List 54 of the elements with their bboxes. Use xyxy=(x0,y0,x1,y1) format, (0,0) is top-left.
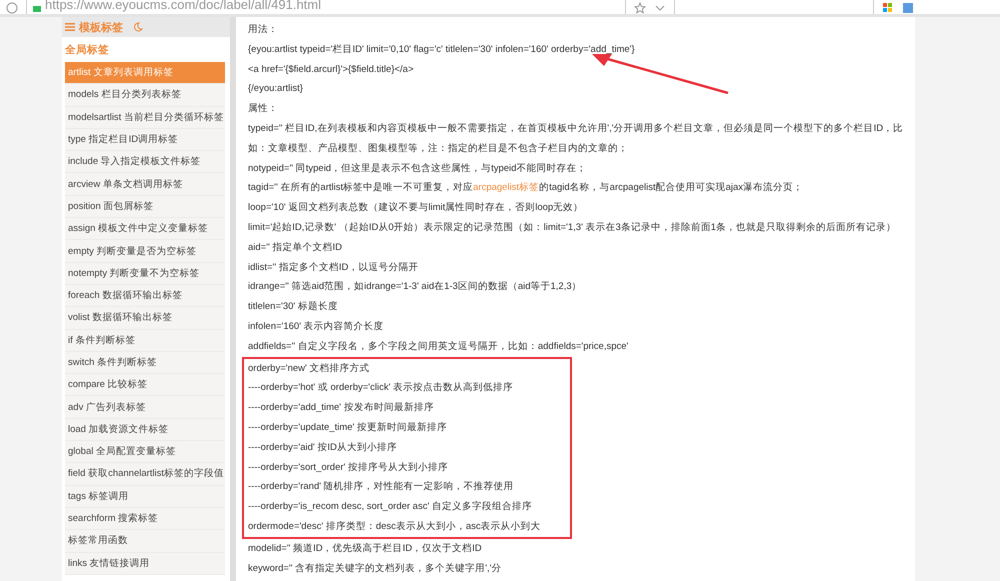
apps-icon[interactable] xyxy=(882,2,894,14)
orderby-text: orderby='new' 文档排序方式 xyxy=(248,362,370,376)
sidebar-item[interactable]: arcview 单条文档调用标签 xyxy=(65,173,225,196)
orderby-text: ----orderby='is_recom desc, sort_order asc' 自定义多字段组合排序 xyxy=(248,500,533,514)
doc-text: titlelen='30' 标题长度 xyxy=(248,300,339,314)
sidebar-item[interactable]: notempty 判断变量不为空标签 xyxy=(65,262,225,285)
doc-text: addfields='' 自定义字段名，多个字段之间用英文逗号隔开，比如：addfields='price,spce' xyxy=(248,340,630,354)
doc-text: 属性： xyxy=(248,102,279,116)
doc-text: idrange='' 筛选aid范围，如idrange='1-3' aid在1-3区间的数据（aid等于1,2,3） xyxy=(248,280,583,294)
doc-text: keyword='' 含有指定关键字的文档列表，多个关键字用','分 xyxy=(248,562,502,576)
sidebar-item[interactable]: volist 数据循环输出标签 xyxy=(65,307,225,330)
orderby-text: ----orderby='aid' 按ID从大到小排序 xyxy=(248,440,398,455)
doc-text: aid='' 指定单个文档ID xyxy=(248,240,343,255)
doc-text: loop='10' 返回文档列表总数（建议不要与limit属性同时存在，否则loop无效） xyxy=(248,201,584,216)
sidebar-item[interactable]: modelsartlist 当前栏目分类循环标签 xyxy=(65,106,225,129)
sidebar-item[interactable]: assign 模板文件中定义变量标签 xyxy=(65,218,225,240)
star-icon[interactable] xyxy=(634,2,646,14)
sidebar-item[interactable]: foreach 数据循环输出标签 xyxy=(65,284,225,308)
orderby-text: ----orderby='hot' 或 orderby='click' 表示按点击数从高到低排序 xyxy=(248,381,514,396)
sidebar-item[interactable]: 标签常用函数 xyxy=(65,530,225,553)
sidebar-item[interactable]: compare 比较标签 xyxy=(65,374,225,396)
doc-text: infolen='160' 表示内容简介长度 xyxy=(248,320,385,334)
sidebar-item[interactable]: empty 判断变量是否为空标签 xyxy=(65,240,225,263)
list-icon xyxy=(65,23,75,31)
orderby-text: ----orderby='rand' 随机排序，对性能有一定影响，不推荐使用 xyxy=(248,480,515,494)
sidebar-item[interactable]: type 指定栏目ID调用标签 xyxy=(65,128,225,152)
sidebar-item[interactable]: models 栏目分类列表标签 xyxy=(65,84,225,107)
orderby-text: ----orderby='add_time' 按发布时间最新排序 xyxy=(248,401,435,416)
sidebar-item[interactable]: links 友情链接调用 xyxy=(65,552,225,575)
doc-text: {eyou:artlist typeid='栏目ID' limit='0,10' flag='c' titlelen='30' infolen='160' orderby='add_time'} xyxy=(248,42,636,57)
doc-text: limit='起始ID,记录数' （起始ID从0开始）表示限定的记录范围（如：limit='1,3' 表示在3条记录中，排除前面1条，也就是只取得剩余的后面所有记录） xyxy=(248,220,898,235)
doc-text: 用法： xyxy=(248,23,279,37)
orderby-text: ----orderby='update_time' 按更新时间最新排序 xyxy=(248,420,448,435)
doc-text: modelid='' 频道ID，优先级高于栏目ID，仅次于文档ID xyxy=(248,542,483,556)
sidebar-item[interactable]: tags 标签调用 xyxy=(65,486,225,508)
moon-icon[interactable] xyxy=(133,22,143,32)
sidebar-item[interactable]: field 获取channelartlist标签的字段值 xyxy=(65,463,225,486)
sidebar-item[interactable]: adv 广告列表标签 xyxy=(65,396,225,419)
doc-text: <a href='{$field.arcurl}'>{$field.title}</a> xyxy=(248,62,415,77)
doc-text: notypeid='' 同typeid，但这里是表示不包含这些属性，与typeid不能同时存在； xyxy=(248,162,588,176)
doc-text: {/eyou:artlist} xyxy=(248,82,304,96)
sidebar-item[interactable]: switch 条件判断标签 xyxy=(65,352,225,374)
sidebar-item[interactable]: global 全局配置变量标签 xyxy=(65,441,225,464)
doc-text: idlist='' 指定多个文档ID，以逗号分隔开 xyxy=(248,260,420,275)
sidebar-item[interactable]: include 导入指定模板文件标签 xyxy=(65,151,225,174)
sidebar-item[interactable]: load 加载资源文件标签 xyxy=(65,418,225,442)
orderby-text: ----orderby='sort_order' 按排序号从大到小排序 xyxy=(248,460,449,475)
sidebar-item[interactable]: position 面包屑标签 xyxy=(65,196,225,218)
sidebar-item[interactable]: if 条件判断标签 xyxy=(65,330,225,352)
sidebar-item[interactable]: searchform 搜索标签 xyxy=(65,508,225,530)
attribute-text: tagid='' 在所有的artlist标签中是唯一不可重复，对应arcpagelist标签的tagid名称，与arcpagelist配合使用可实现ajax瀑布流分页； xyxy=(248,181,804,196)
orderby-text: ordermode='desc' 排序类型：desc表示从大到小，asc表示从小到大 xyxy=(248,520,542,534)
sidebar-title: 模板标签 xyxy=(79,20,123,34)
section-title: 全局标签 xyxy=(64,43,110,58)
